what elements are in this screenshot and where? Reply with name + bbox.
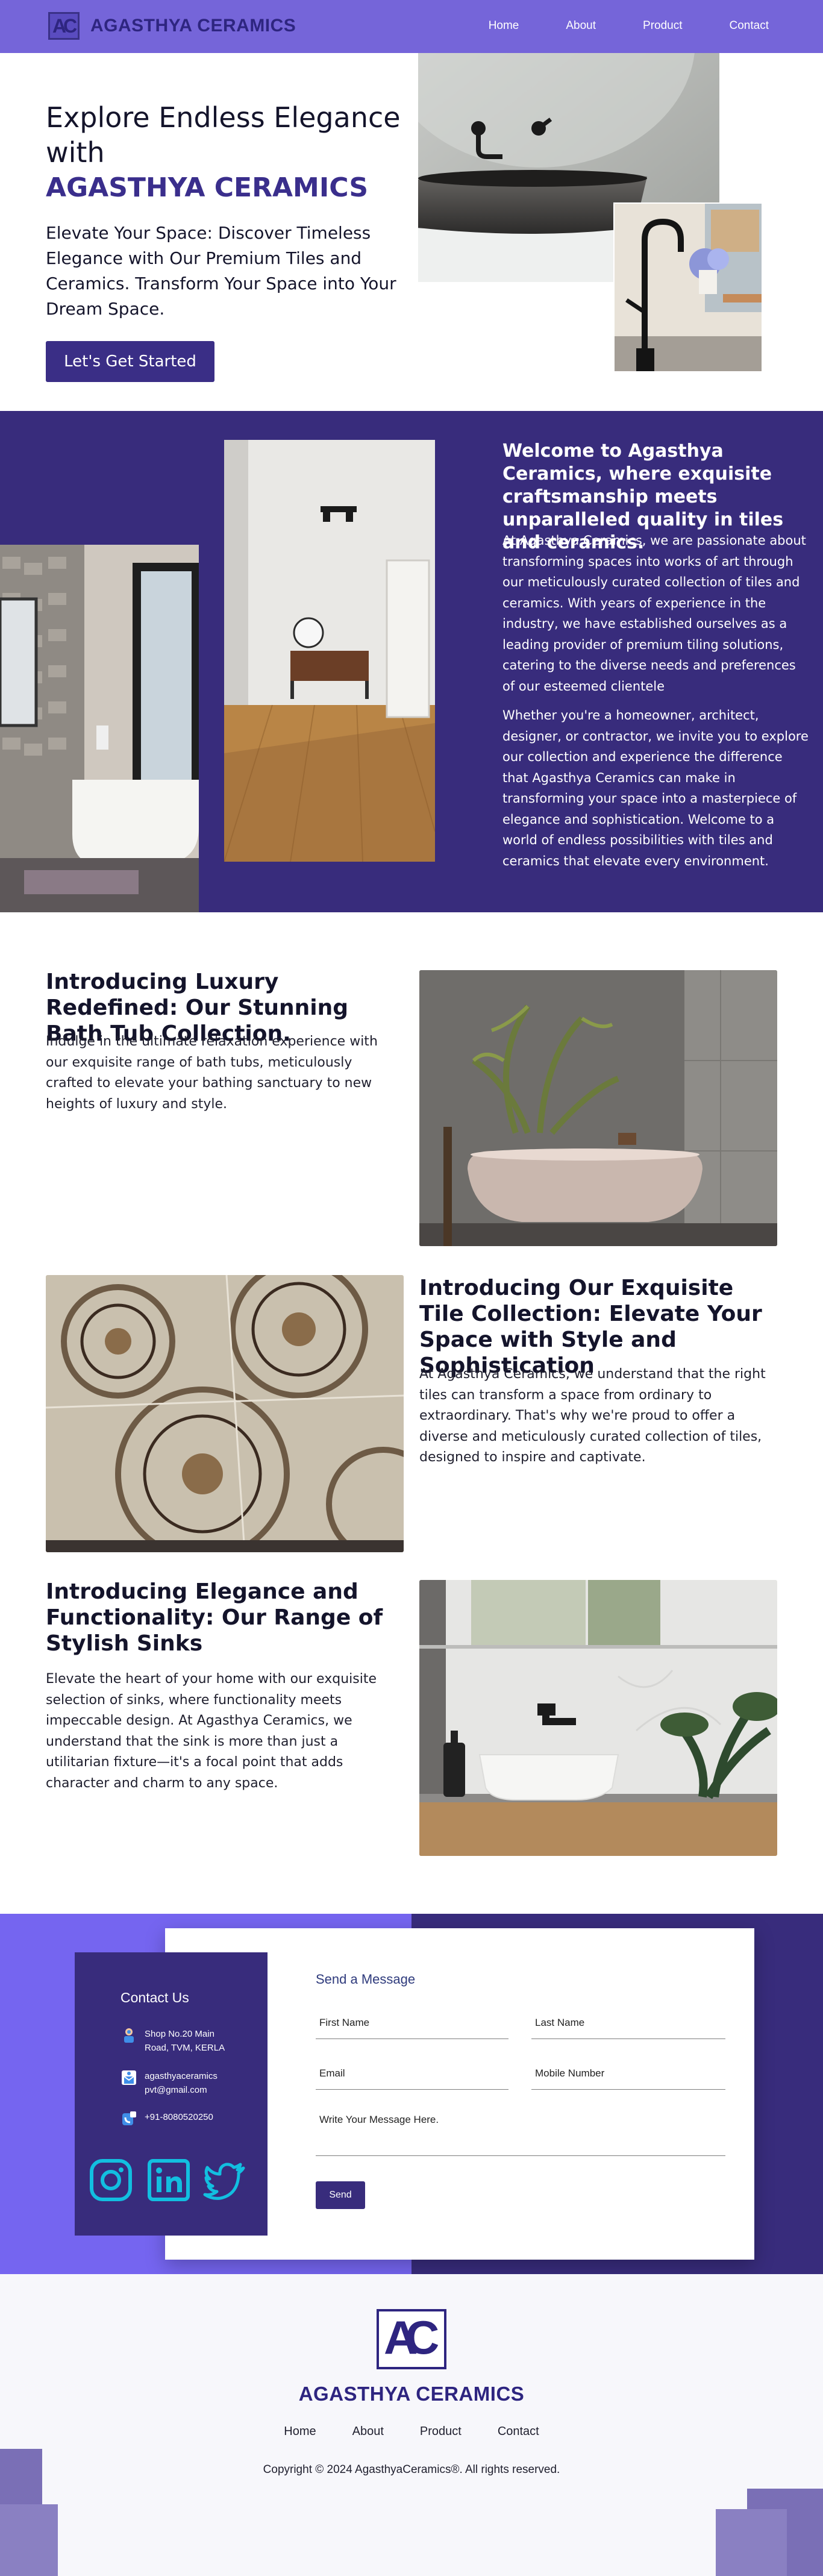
nav-link-home[interactable]: Home: [489, 19, 519, 33]
welcome-paragraph-1: At Agasthya Ceramics, we are passionate …: [502, 533, 806, 694]
footer-link-home[interactable]: Home: [284, 2425, 316, 2439]
phone-icon: [122, 2111, 136, 2125]
nav-brand[interactable]: AGASTHYA CERAMICS: [90, 16, 296, 36]
contact-phone-text[interactable]: +91-8080520250: [145, 2110, 235, 2124]
footer-link-about[interactable]: About: [352, 2425, 384, 2439]
footer-logo-icon[interactable]: A C: [377, 2309, 446, 2369]
top-nav: A C AGASTHYA CERAMICS Home About Product…: [0, 0, 823, 53]
decorative-block: [0, 2449, 42, 2509]
sink-title: Introducing Elegance and Functionality: …: [46, 1579, 383, 1656]
welcome-section: Welcome to Agasthya Ceramics, where exqu…: [0, 411, 823, 912]
contact-address: Shop No.20 Main Road, TVM, KERLA: [120, 2027, 235, 2055]
footer-links: Home About Product Contact: [0, 2425, 823, 2439]
hero-subtitle: Elevate Your Space: Discover Timeless El…: [46, 223, 396, 319]
room-image: [224, 440, 435, 862]
tile-title: Introducing Our Exquisite Tile Collectio…: [419, 1276, 762, 1378]
hero-title: Explore Endless Elegance with: [46, 101, 401, 169]
welcome-paragraph-2: Whether you're a homeowner, architect, d…: [502, 708, 809, 868]
last-name-input[interactable]: [531, 2013, 725, 2039]
email-input[interactable]: [316, 2063, 509, 2090]
nav-link-product[interactable]: Product: [643, 19, 682, 33]
logo-icon[interactable]: A C: [48, 12, 80, 40]
first-name-input[interactable]: [316, 2013, 509, 2039]
hero-faucet-image: [613, 202, 763, 372]
send-button[interactable]: Send: [316, 2181, 365, 2209]
tile-text: At Agasthya Ceramics, we understand that…: [419, 1367, 766, 1465]
decorative-block: [716, 2509, 787, 2576]
contact-email-text[interactable]: agasthyaceramics pvt@gmail.com: [145, 2069, 235, 2097]
bathtub-image: [419, 970, 777, 1246]
twitter-icon[interactable]: [202, 2157, 248, 2203]
contact-address-text: Shop No.20 Main Road, TVM, KERLA: [145, 2029, 225, 2053]
decorative-block: [0, 2504, 58, 2576]
form-title: Send a Message: [316, 1972, 416, 1987]
contact-title: Contact Us: [120, 1990, 189, 2005]
nav-link-contact[interactable]: Contact: [730, 19, 769, 33]
tile-image: [46, 1275, 404, 1552]
nav-link-about[interactable]: About: [566, 19, 596, 33]
mobile-number-input[interactable]: [531, 2063, 725, 2090]
nav-links: Home About Product Contact: [489, 19, 769, 33]
get-started-button[interactable]: Let's Get Started: [46, 341, 214, 382]
hero-brand: AGASTHYA CERAMICS: [46, 172, 369, 203]
linkedin-icon[interactable]: [146, 2157, 192, 2203]
message-textarea[interactable]: [316, 2114, 725, 2156]
sink-text: Elevate the heart of your home with our …: [46, 1672, 377, 1791]
instagram-icon[interactable]: [88, 2157, 134, 2203]
contact-phone: +91-8080520250: [120, 2110, 235, 2127]
logo-letter-c: C: [63, 15, 78, 37]
footer-link-contact[interactable]: Contact: [498, 2425, 539, 2439]
footer: A C AGASTHYA CERAMICS Home About Product…: [0, 2274, 823, 2576]
bathtub-text: Indulge in the ultimate relaxation exper…: [46, 1034, 378, 1112]
contact-info-panel: Contact Us Shop No.20 Main Road, TVM, KE…: [75, 1952, 268, 2236]
copyright-text: Copyright © 2024 AgasthyaCeramics®. All …: [263, 2463, 560, 2476]
location-person-icon: [124, 2028, 134, 2043]
footer-link-product[interactable]: Product: [420, 2425, 462, 2439]
sink-image: [419, 1580, 777, 1856]
page: A C AGASTHYA CERAMICS Home About Product…: [0, 0, 823, 2576]
footer-brand: AGASTHYA CERAMICS: [298, 2383, 525, 2405]
contact-email: agasthyaceramics pvt@gmail.com: [120, 2069, 235, 2097]
bathroom-image: [0, 545, 199, 912]
email-icon: [122, 2070, 136, 2085]
footer-logo-letter-c: C: [405, 2311, 440, 2364]
